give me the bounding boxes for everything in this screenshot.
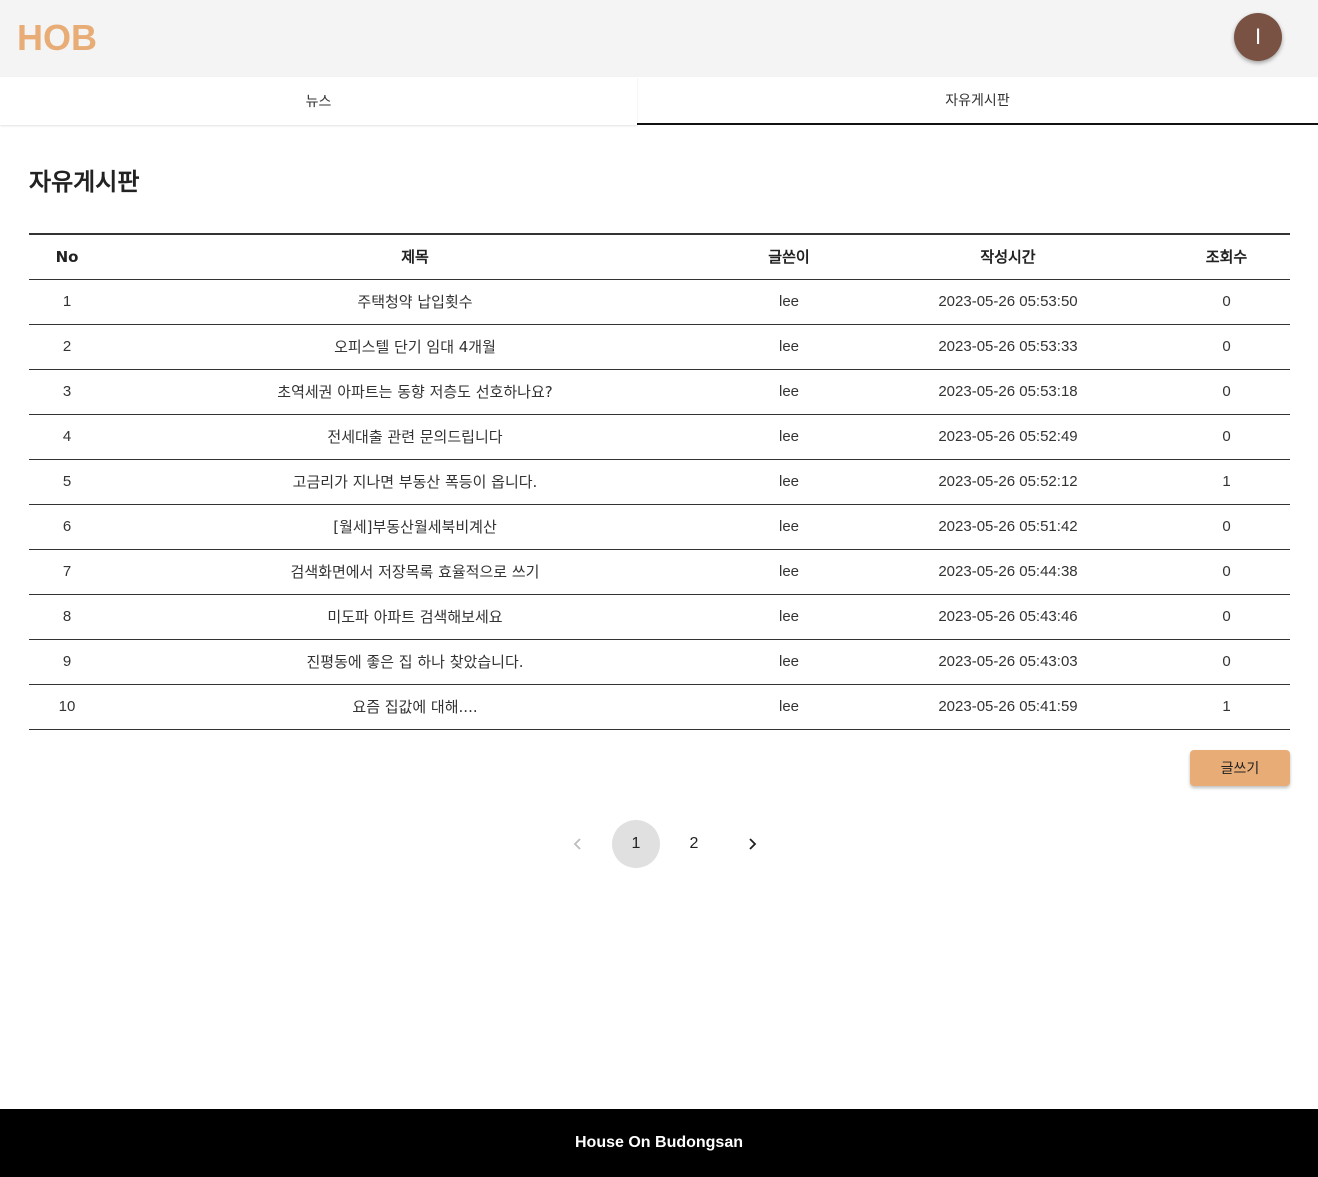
cell-time: 2023-05-26 05:43:46 xyxy=(853,594,1163,640)
tab-bar: 뉴스 자유게시판 xyxy=(0,77,1318,125)
tab-free-board[interactable]: 자유게시판 xyxy=(637,77,1318,125)
page-button-2[interactable]: 2 xyxy=(670,820,718,868)
chevron-right-icon xyxy=(749,838,757,850)
cell-time: 2023-05-26 05:52:12 xyxy=(853,459,1163,505)
board-table: No 제목 글쓴이 작성시간 조회수 1 주택청약 납입횟수 lee 2023-05-… xyxy=(29,233,1290,730)
table-row[interactable]: 6 [월세]부동산월세북비계산 lee 2023-05-26 05:51:42 0 xyxy=(29,504,1290,550)
cell-time: 2023-05-26 05:51:42 xyxy=(853,504,1163,550)
cell-title[interactable]: 요즘 집값에 대해.... xyxy=(105,684,725,730)
cell-author: lee xyxy=(725,549,853,595)
cell-no: 3 xyxy=(29,369,105,415)
tab-news[interactable]: 뉴스 xyxy=(0,77,637,125)
next-page-button[interactable] xyxy=(728,820,776,868)
chevron-left-icon xyxy=(573,838,581,850)
cell-title[interactable]: 고금리가 지나면 부동산 폭등이 옵니다. xyxy=(105,459,725,505)
cell-title[interactable]: 주택청약 납입횟수 xyxy=(105,279,725,325)
cell-no: 1 xyxy=(29,279,105,325)
cell-author: lee xyxy=(725,324,853,370)
cell-no: 5 xyxy=(29,459,105,505)
cell-views: 0 xyxy=(1163,414,1290,460)
column-header-title: 제목 xyxy=(401,248,429,267)
cell-time: 2023-05-26 05:43:03 xyxy=(853,639,1163,685)
cell-no: 7 xyxy=(29,549,105,595)
cell-title[interactable]: 진평동에 좋은 집 하나 찾았습니다. xyxy=(105,639,725,685)
cell-time: 2023-05-26 05:52:49 xyxy=(853,414,1163,460)
cell-author: lee xyxy=(725,639,853,685)
cell-title[interactable]: 초역세권 아파트는 동향 저층도 선호하나요? xyxy=(105,369,725,415)
cell-title[interactable]: 미도파 아파트 검색해보세요 xyxy=(105,594,725,640)
logo[interactable]: HOB xyxy=(17,16,97,60)
table-row[interactable]: 2 오피스텔 단기 임대 4개월 lee 2023-05-26 05:53:33 0 xyxy=(29,324,1290,370)
cell-views: 0 xyxy=(1163,504,1290,550)
cell-author: lee xyxy=(725,369,853,415)
cell-time: 2023-05-26 05:41:59 xyxy=(853,684,1163,730)
cell-views: 1 xyxy=(1163,459,1290,505)
cell-views: 1 xyxy=(1163,684,1290,730)
cell-no: 2 xyxy=(29,324,105,370)
column-header-no: No xyxy=(55,247,79,266)
cell-no: 8 xyxy=(29,594,105,640)
cell-title[interactable]: 전세대출 관련 문의드립니다 xyxy=(105,414,725,460)
cell-title[interactable]: 오피스텔 단기 임대 4개월 xyxy=(105,324,725,370)
cell-no: 9 xyxy=(29,639,105,685)
cell-title[interactable]: 검색화면에서 저장목록 효율적으로 쓰기 xyxy=(105,549,725,595)
table-row[interactable]: 4 전세대출 관련 문의드립니다 lee 2023-05-26 05:52:49 0 xyxy=(29,414,1290,460)
cell-author: lee xyxy=(725,684,853,730)
cell-time: 2023-05-26 05:53:33 xyxy=(853,324,1163,370)
table-row[interactable]: 5 고금리가 지나면 부동산 폭등이 옵니다. lee 2023-05-26 05:5… xyxy=(29,459,1290,505)
footer: House On Budongsan xyxy=(0,1109,1318,1177)
cell-title[interactable]: [월세]부동산월세북비계산 xyxy=(105,504,725,550)
footer-text: House On Budongsan xyxy=(575,1134,743,1151)
cell-views: 0 xyxy=(1163,324,1290,370)
cell-time: 2023-05-26 05:53:50 xyxy=(853,279,1163,325)
page-title: 자유게시판 xyxy=(29,168,140,196)
avatar[interactable]: I xyxy=(1234,13,1282,61)
app-header: HOB I xyxy=(0,0,1318,77)
cell-views: 0 xyxy=(1163,594,1290,640)
cell-no: 6 xyxy=(29,504,105,550)
table-row[interactable]: 8 미도파 아파트 검색해보세요 lee 2023-05-26 05:43:46 0 xyxy=(29,594,1290,640)
cell-author: lee xyxy=(725,279,853,325)
prev-page-button[interactable] xyxy=(554,820,602,868)
table-body: 1 주택청약 납입횟수 lee 2023-05-26 05:53:50 0 2 오피스텔 단… xyxy=(29,279,1290,730)
cell-author: lee xyxy=(725,414,853,460)
pagination: 1 2 xyxy=(549,820,781,868)
table-row[interactable]: 7 검색화면에서 저장목록 효율적으로 쓰기 lee 2023-05-26 05:44… xyxy=(29,549,1290,595)
cell-views: 0 xyxy=(1163,639,1290,685)
write-post-button[interactable]: 글쓰기 xyxy=(1190,750,1290,786)
cell-author: lee xyxy=(725,459,853,505)
table-row[interactable]: 10 요즘 집값에 대해.... lee 2023-05-26 05:41:59 1 xyxy=(29,684,1290,730)
cell-time: 2023-05-26 05:53:18 xyxy=(853,369,1163,415)
table-row[interactable]: 3 초역세권 아파트는 동향 저층도 선호하나요? lee 2023-05-26 05… xyxy=(29,369,1290,415)
cell-views: 0 xyxy=(1163,279,1290,325)
table-header-row: No 제목 글쓴이 작성시간 조회수 xyxy=(29,234,1290,279)
cell-author: lee xyxy=(725,504,853,550)
table-row[interactable]: 9 진평동에 좋은 집 하나 찾았습니다. lee 2023-05-26 05:43:… xyxy=(29,639,1290,685)
page-button-1[interactable]: 1 xyxy=(612,820,660,868)
column-header-views: 조회수 xyxy=(1205,248,1248,267)
cell-no: 4 xyxy=(29,414,105,460)
cell-time: 2023-05-26 05:44:38 xyxy=(853,549,1163,595)
cell-no: 10 xyxy=(29,684,105,730)
cell-author: lee xyxy=(725,594,853,640)
cell-views: 0 xyxy=(1163,369,1290,415)
column-header-author: 글쓴이 xyxy=(768,248,810,267)
table-row[interactable]: 1 주택청약 납입횟수 lee 2023-05-26 05:53:50 0 xyxy=(29,279,1290,325)
cell-views: 0 xyxy=(1163,549,1290,595)
column-header-time: 작성시간 xyxy=(980,248,1036,267)
